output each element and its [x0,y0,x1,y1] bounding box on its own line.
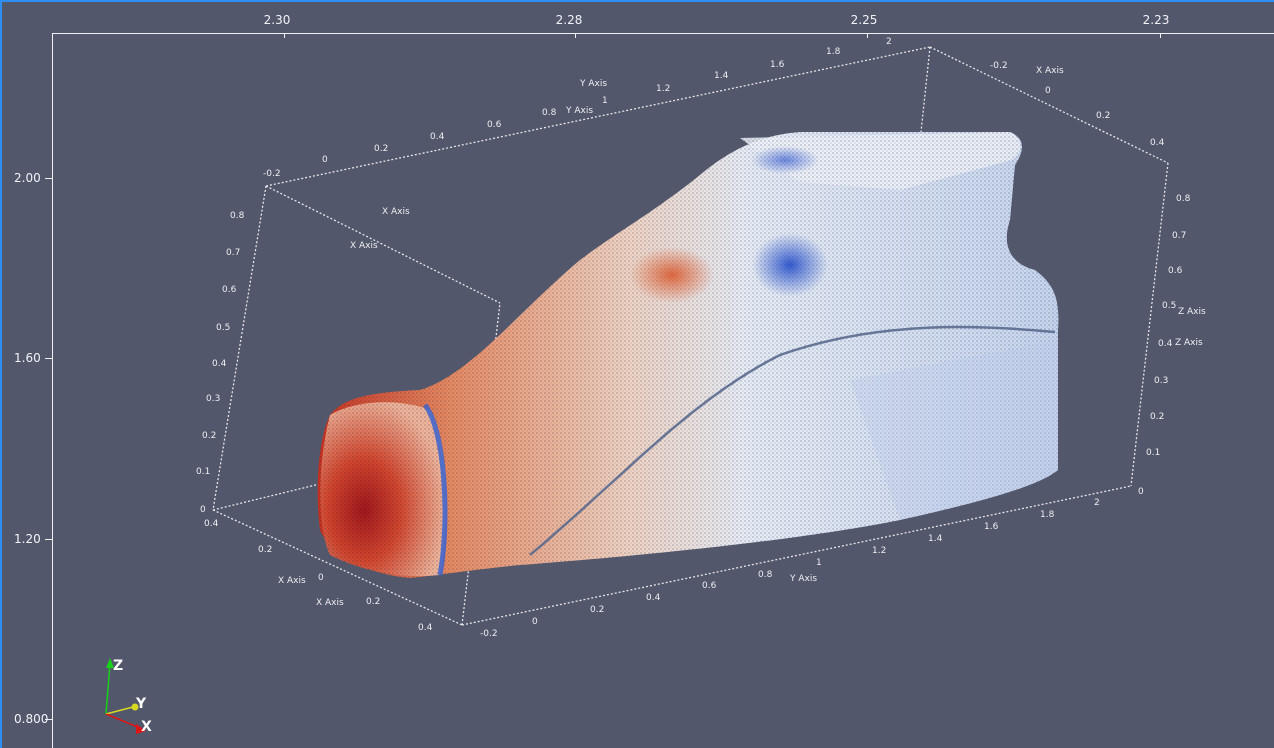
cube-axes-left-vertical-ticks: 0.8 0.7 0.6 0.5 0.4 0.3 0.2 0.1 0 [196,211,245,515]
axis-tick-label: 1 [602,96,608,106]
axis-x-label: X [141,719,152,735]
axis-title: X Axis [278,576,306,586]
axis-tick-label: 1.2 [656,84,670,94]
axis-tick-label: 0.6 [702,581,717,591]
axis-title: X Axis [350,241,378,251]
axis-y-label: Y [135,696,147,712]
axis-tick-label: 0.2 [202,431,216,441]
axis-tick-label: 0.4 [212,359,227,369]
axis-tick-label: 1.4 [928,534,943,544]
axis-tick-label: 0.2 [1096,111,1110,121]
axis-tick-label: 0.2 [258,545,272,555]
axis-title: Y Axis [565,106,593,116]
axis-tick-label: 0 [318,573,324,583]
axis-tick-label: 1.6 [770,60,785,70]
orientation-axes-widget: Z Y X [105,658,152,735]
axis-tick-label: 0 [322,155,328,165]
axis-title: Y Axis [789,574,817,584]
axis-tick-label: 0.5 [216,323,230,333]
axis-tick-label: 0.6 [487,120,502,130]
axis-tick-label: 0.4 [418,623,433,633]
axis-tick-label: 0.3 [1154,376,1168,386]
axis-tick-label: 0.4 [1150,138,1165,148]
axis-title: Z Axis [1178,307,1206,317]
axis-title: X Axis [316,598,344,608]
axis-tick-label: 0.6 [1168,266,1183,276]
axis-tick-label: 0.2 [590,605,604,615]
axis-tick-label: 0.4 [204,519,219,529]
axis-tick-label: 0.1 [196,467,210,477]
axis-tick-label: 1.8 [826,47,841,57]
point-cloud-body[interactable] [317,132,1059,578]
axis-tick-label: 0.2 [1150,412,1164,422]
axis-title: X Axis [1036,66,1064,76]
axis-tick-label: 0.3 [206,394,220,404]
axis-tick-label: 0 [200,505,206,515]
axis-tick-label: 0.6 [222,285,237,295]
axis-tick-label: 0 [532,617,538,627]
axis-title: X Axis [382,207,410,217]
axis-tick-label: 0.5 [1162,301,1176,311]
axis-title: Y Axis [579,79,607,89]
axis-tick-label: 2 [886,37,892,47]
axis-tick-label: 0 [1045,86,1051,96]
axis-tick-label: 1 [816,558,822,568]
axis-tick-label: 0.4 [646,593,661,603]
axis-tick-label: 2 [1094,498,1100,508]
axis-tick-label: -0.2 [263,169,281,179]
axis-title: Z Axis [1175,338,1203,348]
axis-tick-label: 0.8 [1176,194,1191,204]
axis-tick-label: 0.8 [758,570,773,580]
axis-tick-label: 1.8 [1040,510,1055,520]
axis-tick-label: 1.6 [984,522,999,532]
axis-tick-label: 0.4 [1158,339,1173,349]
axis-tick-label: 1.2 [872,546,886,556]
axis-z-label: Z [113,658,123,674]
cube-axes-right-top-ticks: -0.2 0 0.2 0.4 [990,61,1165,148]
axis-tick-label: -0.2 [480,629,498,639]
axis-tick-label: 0.7 [226,248,240,258]
axis-tick-label: 1.4 [714,71,729,81]
axis-tick-label: 0.1 [1146,448,1160,458]
axis-tick-label: -0.2 [990,61,1008,71]
axis-tick-label: 0.8 [542,108,557,118]
axis-tick-label: 0.8 [230,211,245,221]
point-cloud-scene[interactable]: -0.2 0 0.2 0.4 0.6 0.8 1 1.2 1.4 1.6 1.8… [0,0,1274,748]
axis-tick-label: 0 [1138,487,1144,497]
axis-tick-label: 0.2 [374,144,388,154]
axis-tick-label: 0.7 [1172,231,1186,241]
axis-tick-label: 0.4 [430,132,445,142]
axis-tick-label: 0.2 [366,597,380,607]
